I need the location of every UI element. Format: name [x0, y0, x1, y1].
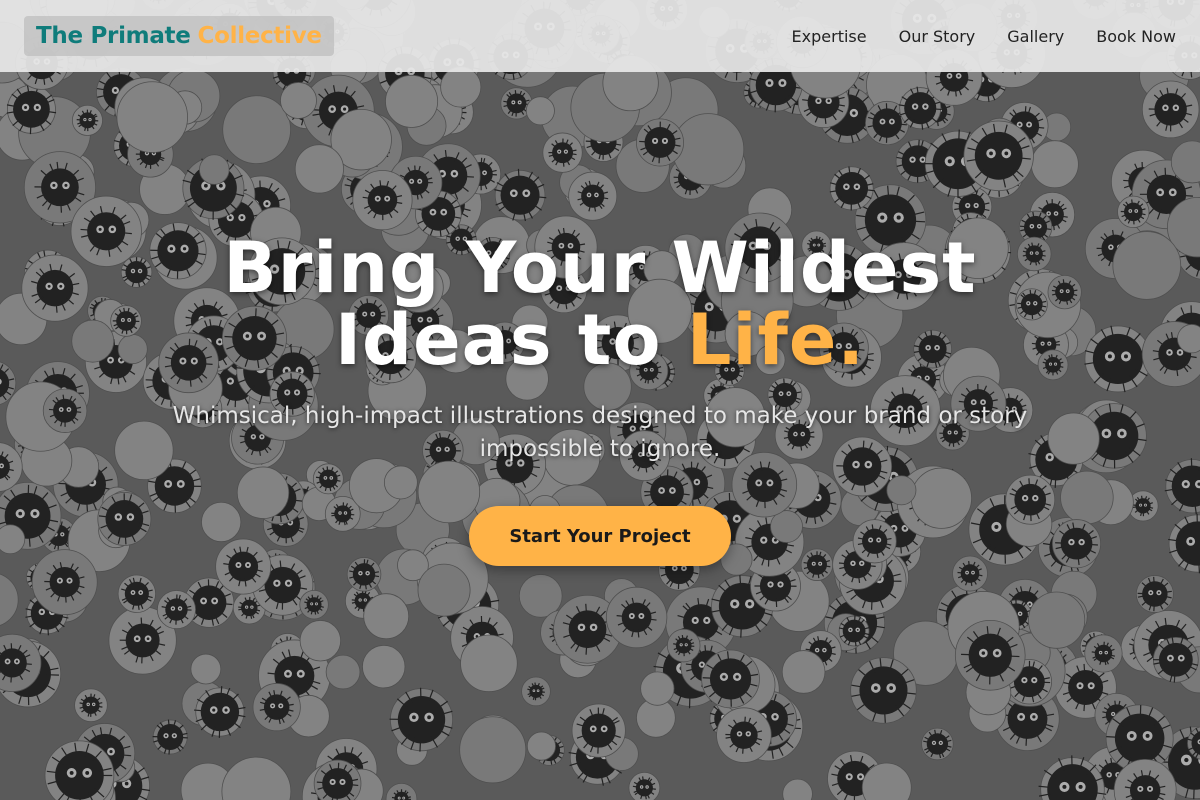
nav-link-gallery[interactable]: Gallery	[1007, 27, 1064, 46]
site-header: The Primate Collective Expertise Our Sto…	[0, 0, 1200, 72]
main-nav: Expertise Our Story Gallery Book Now	[760, 27, 1176, 46]
nav-link-expertise[interactable]: Expertise	[792, 27, 867, 46]
logo-text-accent: Collective	[197, 23, 322, 49]
logo[interactable]: The Primate Collective	[24, 16, 334, 56]
start-project-button[interactable]: Start Your Project	[469, 506, 731, 566]
logo-text-primary: The Primate	[36, 23, 191, 49]
hero-title-line2: Ideas to	[335, 299, 687, 381]
hero-subtitle: Whimsical, high-impact illustrations des…	[172, 403, 1028, 462]
hero-title-line1: Bring Your Wildest	[223, 227, 977, 309]
hero-title: Bring Your Wildest Ideas to Life.	[0, 232, 1200, 376]
hero-title-accent: Life.	[686, 299, 865, 381]
hero-section: Bring Your Wildest Ideas to Life. Whimsi…	[0, 72, 1200, 800]
nav-link-book-now[interactable]: Book Now	[1096, 27, 1176, 46]
nav-link-our-story[interactable]: Our Story	[899, 27, 976, 46]
